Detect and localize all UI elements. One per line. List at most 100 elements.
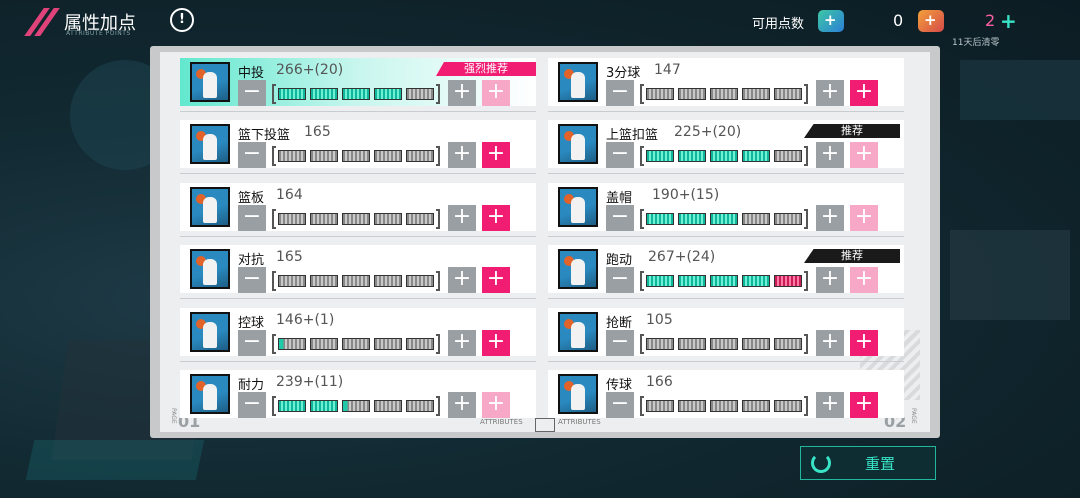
attribute-value: 105: [646, 312, 673, 328]
bar-segment: [310, 338, 338, 350]
bar-segment: [646, 213, 674, 225]
bar-segment: [374, 150, 402, 162]
attribute-value: 239+(11): [276, 374, 344, 390]
decrease-button[interactable]: −: [238, 267, 266, 293]
bar-segment: [742, 213, 770, 225]
increase-button[interactable]: +: [816, 80, 844, 106]
bar-segment: [374, 400, 402, 412]
decrease-button[interactable]: −: [238, 142, 266, 168]
increase-button[interactable]: +: [448, 330, 476, 356]
decrease-button[interactable]: −: [606, 267, 634, 293]
increase-button[interactable]: +: [816, 142, 844, 168]
increase-max-button[interactable]: +: [850, 142, 878, 168]
bar-segment: [406, 150, 434, 162]
decrease-button[interactable]: −: [238, 80, 266, 106]
bar-segment: [342, 213, 370, 225]
add-token-button[interactable]: +: [1000, 9, 1017, 33]
bar-segment: [342, 150, 370, 162]
increase-button[interactable]: +: [448, 205, 476, 231]
increase-button[interactable]: +: [448, 80, 476, 106]
bar-segment: [406, 88, 434, 100]
increase-max-button[interactable]: +: [482, 392, 510, 418]
row-divider: [548, 111, 904, 112]
row-divider: [548, 361, 904, 362]
increase-button[interactable]: +: [816, 330, 844, 356]
attribute-bar: [272, 271, 440, 291]
page-tag-left: PAGE: [170, 408, 177, 424]
gem-token-value: 2: [985, 11, 996, 30]
bar-segment: [742, 88, 770, 100]
attribute-value: 267+(24): [648, 249, 716, 265]
attribute-row: 上篮扣篮 225+(20) 推荐 − + +: [548, 120, 904, 174]
attribute-bar: [640, 84, 808, 104]
attribute-row: 跑动 267+(24) 推荐 − + +: [548, 245, 904, 299]
bar-segment: [646, 150, 674, 162]
attribute-bar: [640, 271, 808, 291]
attribute-value: 165: [276, 249, 303, 265]
basketball-player-icon: [190, 312, 230, 352]
decrease-button[interactable]: −: [606, 330, 634, 356]
attribute-row: 抢断 105− + +: [548, 308, 904, 362]
increase-button[interactable]: +: [448, 392, 476, 418]
attribute-row: 盖帽 190+(15) − + +: [548, 183, 904, 237]
decrease-button[interactable]: −: [606, 205, 634, 231]
bar-segment: [710, 275, 738, 287]
attribute-row: 篮下投篮 165− + +: [180, 120, 536, 174]
bar-segment: [342, 88, 370, 100]
decrease-button[interactable]: −: [238, 205, 266, 231]
refresh-icon: [811, 453, 831, 473]
attribute-row: 耐力 239+(11) − + +: [180, 370, 536, 418]
bar-segment: [310, 275, 338, 287]
bar-segment: [774, 213, 802, 225]
recommend-tag: 推荐: [804, 249, 900, 263]
attribute-row: 中投 266+(20) 强烈推荐 − + +: [180, 58, 536, 112]
attribute-bar: [640, 146, 808, 166]
basketball-player-icon: [190, 124, 230, 164]
bar-segment: [406, 275, 434, 287]
increase-max-button[interactable]: +: [482, 80, 510, 106]
row-divider: [180, 173, 536, 174]
increase-max-button[interactable]: +: [850, 392, 878, 418]
increase-max-button[interactable]: +: [850, 330, 878, 356]
attribute-bar: [640, 209, 808, 229]
basketball-player-icon: [190, 187, 230, 227]
bar-segment: [278, 88, 306, 100]
bar-segment: [710, 213, 738, 225]
bar-segment: [646, 338, 674, 350]
row-divider: [548, 298, 904, 299]
increase-max-button[interactable]: +: [482, 205, 510, 231]
bar-segment: [742, 400, 770, 412]
bar-segment: [278, 150, 306, 162]
bar-segment: [678, 400, 706, 412]
decrease-button[interactable]: −: [606, 392, 634, 418]
bar-segment: [406, 213, 434, 225]
increase-button[interactable]: +: [448, 142, 476, 168]
decrease-button[interactable]: −: [606, 80, 634, 106]
recommend-tag: 强烈推荐: [436, 62, 536, 76]
basketball-player-icon: [558, 249, 598, 289]
increase-button[interactable]: +: [816, 267, 844, 293]
basketball-player-icon: [558, 312, 598, 352]
info-icon[interactable]: !: [170, 8, 194, 32]
increase-button[interactable]: +: [448, 267, 476, 293]
increase-button[interactable]: +: [816, 392, 844, 418]
increase-max-button[interactable]: +: [482, 142, 510, 168]
bar-segment: [678, 338, 706, 350]
basketball-player-icon: [190, 249, 230, 289]
decrease-button[interactable]: −: [606, 142, 634, 168]
attribute-bar: [272, 84, 440, 104]
row-divider: [180, 361, 536, 362]
basketball-player-icon: [558, 124, 598, 164]
increase-max-button[interactable]: +: [482, 267, 510, 293]
increase-max-button[interactable]: +: [850, 267, 878, 293]
back-chevron-icon[interactable]: [24, 8, 60, 36]
increase-max-button[interactable]: +: [850, 80, 878, 106]
decrease-button[interactable]: −: [238, 392, 266, 418]
increase-button[interactable]: +: [816, 205, 844, 231]
bar-segment: [774, 400, 802, 412]
increase-max-button[interactable]: +: [850, 205, 878, 231]
bar-segment: [742, 275, 770, 287]
increase-max-button[interactable]: +: [482, 330, 510, 356]
reset-button[interactable]: 重置: [800, 446, 936, 480]
decrease-button[interactable]: −: [238, 330, 266, 356]
